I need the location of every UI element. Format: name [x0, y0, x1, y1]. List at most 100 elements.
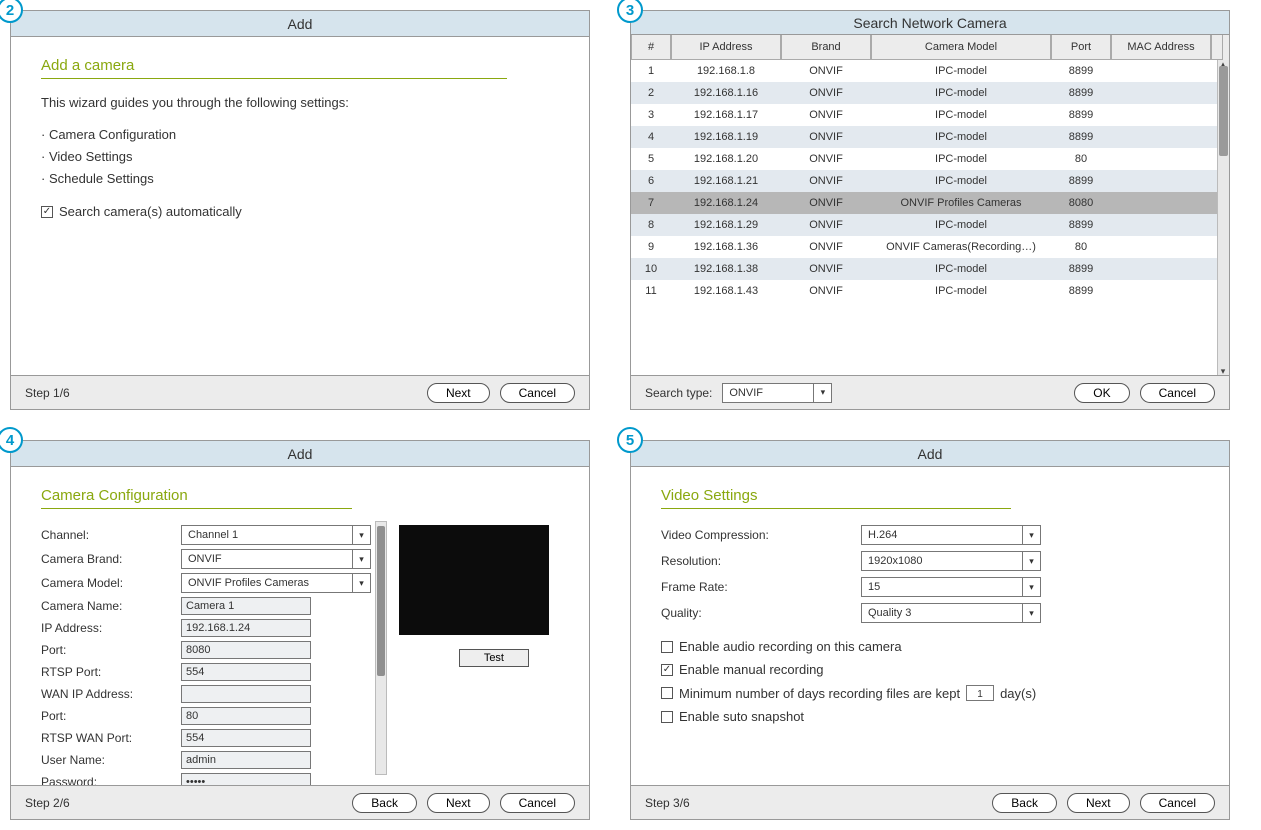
min-days-label: Minimum number of days recording files a…: [679, 682, 960, 705]
cell-brand: ONVIF: [781, 258, 871, 280]
port-label: Port:: [41, 643, 181, 657]
video-settings-panel: 5 Add Video Settings Video Compression: …: [630, 440, 1230, 820]
brand-select[interactable]: ONVIF▾: [181, 549, 371, 569]
cell-mac: [1111, 82, 1211, 104]
port-input[interactable]: 8080: [181, 641, 311, 659]
cell-n: 3: [631, 104, 671, 126]
next-button[interactable]: Next: [1067, 793, 1130, 813]
resolution-select[interactable]: 1920x1080▾: [861, 551, 1041, 571]
brand-label: Camera Brand:: [41, 552, 181, 566]
cell-mac: [1111, 236, 1211, 258]
cell-model: IPC-model: [871, 258, 1051, 280]
model-label: Camera Model:: [41, 576, 181, 590]
next-button[interactable]: Next: [427, 793, 490, 813]
table-row[interactable]: 6192.168.1.21ONVIFIPC-model8899: [631, 170, 1229, 192]
channel-select[interactable]: Channel 1▾: [181, 525, 371, 545]
table-row[interactable]: 1192.168.1.8ONVIFIPC-model8899: [631, 60, 1229, 82]
cell-n: 4: [631, 126, 671, 148]
step-indicator: Step 3/6: [645, 796, 982, 810]
framerate-value: 15: [868, 581, 880, 593]
cell-model: IPC-model: [871, 280, 1051, 302]
wizard-step1-panel: 2 Add Add a camera This wizard guides yo…: [10, 10, 590, 410]
col-num: #: [631, 35, 671, 60]
password-input[interactable]: •••••: [181, 773, 311, 785]
cell-ip: 192.168.1.38: [671, 258, 781, 280]
auto-snapshot-checkbox[interactable]: [661, 711, 673, 723]
cell-n: 6: [631, 170, 671, 192]
model-value: ONVIF Profiles Cameras: [188, 577, 309, 589]
min-days-checkbox[interactable]: [661, 687, 673, 699]
cell-model: ONVIF Cameras(Recording…): [871, 236, 1051, 258]
table-row[interactable]: 3192.168.1.17ONVIFIPC-model8899: [631, 104, 1229, 126]
cell-model: IPC-model: [871, 214, 1051, 236]
table-row[interactable]: 8192.168.1.29ONVIFIPC-model8899: [631, 214, 1229, 236]
chevron-down-icon: ▾: [1022, 526, 1040, 544]
search-type-select[interactable]: ONVIF ▾: [722, 383, 832, 403]
cell-model: IPC-model: [871, 82, 1051, 104]
cell-port: 8899: [1051, 104, 1111, 126]
table-row[interactable]: 11192.168.1.43ONVIFIPC-model8899: [631, 280, 1229, 302]
table-row[interactable]: 5192.168.1.20ONVIFIPC-model80: [631, 148, 1229, 170]
cell-ip: 192.168.1.29: [671, 214, 781, 236]
cell-brand: ONVIF: [781, 82, 871, 104]
table-row[interactable]: 10192.168.1.38ONVIFIPC-model8899: [631, 258, 1229, 280]
quality-select[interactable]: Quality 3▾: [861, 603, 1041, 623]
scroll-down-icon[interactable]: ▾: [1218, 366, 1228, 375]
auto-search-checkbox[interactable]: [41, 206, 53, 218]
auto-search-label: Search camera(s) automatically: [59, 204, 242, 219]
cell-n: 11: [631, 280, 671, 302]
wan-ip-input[interactable]: [181, 685, 311, 703]
manual-recording-checkbox[interactable]: [661, 664, 673, 676]
cell-model: IPC-model: [871, 104, 1051, 126]
camera-name-input[interactable]: Camera 1: [181, 597, 311, 615]
form-scrollbar[interactable]: [375, 521, 387, 775]
cancel-button[interactable]: Cancel: [500, 383, 575, 403]
window-title: Add: [631, 441, 1229, 467]
cell-mac: [1111, 104, 1211, 126]
cell-ip: 192.168.1.20: [671, 148, 781, 170]
ip-input[interactable]: 192.168.1.24: [181, 619, 311, 637]
cancel-button[interactable]: Cancel: [500, 793, 575, 813]
table-row[interactable]: 4192.168.1.19ONVIFIPC-model8899: [631, 126, 1229, 148]
search-type-value: ONVIF: [729, 387, 763, 399]
username-input[interactable]: admin: [181, 751, 311, 769]
wan-port-input[interactable]: 80: [181, 707, 311, 725]
rtsp-port-input[interactable]: 554: [181, 663, 311, 681]
table-row[interactable]: 7192.168.1.24ONVIFONVIF Profiles Cameras…: [631, 192, 1229, 214]
audio-recording-checkbox[interactable]: [661, 641, 673, 653]
cell-model: IPC-model: [871, 126, 1051, 148]
section-heading: Video Settings: [661, 487, 1011, 509]
window-title: Search Network Camera: [631, 11, 1229, 35]
ok-button[interactable]: OK: [1074, 383, 1129, 403]
cell-brand: ONVIF: [781, 236, 871, 258]
pass-label: Password:: [41, 775, 181, 785]
table-row[interactable]: 9192.168.1.36ONVIFONVIF Cameras(Recordin…: [631, 236, 1229, 258]
model-select[interactable]: ONVIF Profiles Cameras▾: [181, 573, 371, 593]
cell-port: 80: [1051, 148, 1111, 170]
col-brand: Brand: [781, 35, 871, 60]
bullet-item: · Video Settings: [41, 146, 559, 168]
next-button[interactable]: Next: [427, 383, 490, 403]
cell-ip: 192.168.1.36: [671, 236, 781, 258]
scroll-thumb[interactable]: [377, 526, 385, 676]
scroll-thumb[interactable]: [1219, 66, 1228, 156]
cell-port: 8899: [1051, 60, 1111, 82]
user-label: User Name:: [41, 753, 181, 767]
framerate-select[interactable]: 15▾: [861, 577, 1041, 597]
cell-ip: 192.168.1.21: [671, 170, 781, 192]
rtsp-wan-port-input[interactable]: 554: [181, 729, 311, 747]
compression-select[interactable]: H.264▾: [861, 525, 1041, 545]
min-days-input[interactable]: 1: [966, 685, 994, 701]
test-button[interactable]: Test: [459, 649, 529, 667]
cell-ip: 192.168.1.19: [671, 126, 781, 148]
cancel-button[interactable]: Cancel: [1140, 383, 1215, 403]
col-ip: IP Address: [671, 35, 781, 60]
back-button[interactable]: Back: [992, 793, 1057, 813]
back-button[interactable]: Back: [352, 793, 417, 813]
table-row[interactable]: 2192.168.1.16ONVIFIPC-model8899: [631, 82, 1229, 104]
cell-n: 2: [631, 82, 671, 104]
cell-mac: [1111, 280, 1211, 302]
cell-mac: [1111, 148, 1211, 170]
table-scrollbar[interactable]: ▴ ▾: [1217, 60, 1229, 375]
cancel-button[interactable]: Cancel: [1140, 793, 1215, 813]
